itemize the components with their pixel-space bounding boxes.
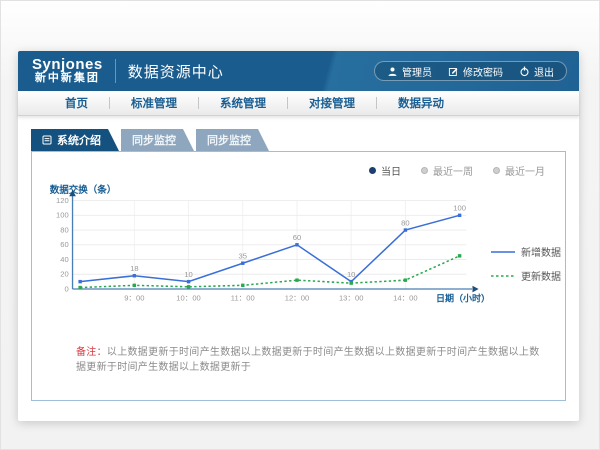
data-point-label: 60: [293, 233, 301, 242]
y-axis-title: 数据交换（条）: [49, 184, 117, 196]
data-point: [404, 278, 407, 281]
data-point: [78, 286, 81, 289]
user-toolbar-label: 管理员: [402, 64, 432, 79]
x-axis-title: 日期（小时）: [436, 292, 490, 303]
data-point: [349, 281, 352, 284]
time-range-filter: 当日 最近一周 最近一月: [32, 152, 565, 178]
y-tick-label: 20: [60, 270, 68, 279]
user-toolbar-label: 退出: [534, 64, 554, 79]
y-tick-label: 120: [56, 196, 69, 205]
header-divider: [115, 59, 116, 83]
user-toolbar-item-3[interactable]: 退出: [519, 64, 554, 79]
legend-label: 更新数据: [521, 268, 561, 283]
tab-label: 同步监控: [132, 132, 176, 148]
logo-text: Synjones: [32, 57, 103, 73]
x-tick-label: 11：00: [231, 293, 255, 302]
legend-item-2[interactable]: 更新数据: [491, 268, 561, 283]
radio-option-1[interactable]: 当日: [369, 163, 401, 178]
data-point: [241, 262, 244, 265]
user-toolbar: 管理员 修改密码 退出: [374, 61, 567, 81]
legend-line-icon: [491, 272, 515, 280]
x-tick-label: 9：00: [124, 293, 144, 302]
content-panel: 当日 最近一周 最近一月 数据交换（条） 0 20 40 60 80 100 120 9：00 10：…: [31, 151, 566, 401]
x-tick-label: 14：00: [393, 293, 418, 302]
brand-logo: Synjones 新中新集团: [32, 57, 103, 84]
nav-item-1[interactable]: 首页: [44, 95, 109, 111]
tab-label: 同步监控: [207, 132, 251, 148]
edit-icon: [448, 66, 459, 77]
data-point-label: 35: [239, 251, 247, 260]
legend-label: 新增数据: [521, 244, 561, 259]
nav-item-2[interactable]: 标准管理: [110, 95, 198, 111]
data-point: [133, 284, 136, 287]
data-point: [295, 243, 298, 246]
tab-3[interactable]: 同步监控: [196, 129, 269, 151]
footnote-label: 备注：: [76, 347, 107, 358]
tab-label: 系统介绍: [57, 132, 101, 148]
chart-legend: 新增数据更新数据: [491, 244, 561, 283]
x-tick-label: 12：00: [285, 293, 310, 302]
data-point: [241, 284, 244, 287]
nav-item-3[interactable]: 系统管理: [199, 95, 287, 111]
data-point: [78, 280, 81, 283]
x-tick-label: 10：00: [176, 293, 201, 302]
user-toolbar-item-2[interactable]: 修改密码: [448, 64, 503, 79]
app-header: Synjones 新中新集团 数据资源中心 管理员 修改密码 退出: [18, 51, 579, 91]
radio-dot-icon: [493, 167, 500, 174]
data-point-label: 80: [401, 218, 409, 227]
data-point: [295, 278, 298, 281]
data-point-label: 100: [453, 204, 466, 213]
legend-line-icon: [491, 248, 515, 256]
desktop-background: Synjones 新中新集团 数据资源中心 管理员修改密码退出 首页标准管理系统…: [0, 0, 600, 450]
radio-dot-icon: [369, 167, 376, 174]
chart-section: 数据交换（条） 0 20 40 60 80 100 120 9：00 10：00 11：00 12：0…: [32, 178, 565, 323]
user-toolbar-label: 修改密码: [463, 64, 503, 79]
page-title: 数据资源中心: [128, 61, 224, 82]
x-tick-label: 13：00: [339, 293, 363, 302]
y-tick-label: 80: [60, 225, 68, 234]
radio-option-2[interactable]: 最近一周: [421, 163, 473, 178]
footnote-text: 以上数据更新于时间产生数据以上数据更新于时间产生数据以上数据更新于时间产生数据以…: [76, 347, 540, 373]
power-icon: [519, 66, 530, 77]
y-tick-label: 0: [64, 284, 68, 293]
radio-label: 最近一周: [433, 163, 473, 178]
data-point: [458, 254, 461, 257]
data-point: [404, 228, 407, 231]
tab-bar: 系统介绍 同步监控 同步监控: [31, 129, 579, 151]
radio-dot-icon: [421, 167, 428, 174]
data-point: [458, 214, 461, 217]
data-point: [187, 280, 190, 283]
logo-subtext: 新中新集团: [32, 73, 103, 85]
nav-item-4[interactable]: 对接管理: [288, 95, 376, 111]
line-chart: 数据交换（条） 0 20 40 60 80 100 120 9：00 10：00 11：00 12：0…: [44, 178, 491, 323]
radio-option-3[interactable]: 最近一月: [493, 163, 545, 178]
data-point: [187, 285, 190, 288]
user-toolbar-item-1[interactable]: 管理员: [387, 64, 432, 79]
legend-item-1[interactable]: 新增数据: [491, 244, 561, 259]
tab-2[interactable]: 同步监控: [121, 129, 194, 151]
y-tick-label: 40: [60, 255, 68, 264]
tab-1[interactable]: 系统介绍: [31, 129, 119, 151]
app-window: Synjones 新中新集团 数据资源中心 管理员修改密码退出 首页标准管理系统…: [18, 51, 579, 421]
radio-label: 最近一月: [505, 163, 545, 178]
user-icon: [387, 66, 398, 77]
data-point-label: 10: [184, 270, 192, 279]
y-tick-label: 100: [56, 211, 69, 220]
main-nav: 首页标准管理系统管理对接管理数据异动: [18, 91, 579, 116]
content-area: 系统介绍 同步监控 同步监控 当日 最近一周 最近一月 数据交换（条） 0 20 40 60 80…: [18, 116, 579, 401]
data-point-label: 18: [130, 264, 138, 273]
document-icon: [42, 135, 52, 145]
y-tick-label: 60: [60, 240, 68, 249]
radio-label: 当日: [381, 163, 401, 178]
data-point: [133, 274, 136, 277]
x-axis-arrow-icon: [472, 286, 478, 293]
nav-item-5[interactable]: 数据异动: [377, 95, 465, 111]
data-point-label: 10: [347, 270, 355, 279]
footnote: 备注：以上数据更新于时间产生数据以上数据更新于时间产生数据以上数据更新于时间产生…: [76, 343, 547, 373]
